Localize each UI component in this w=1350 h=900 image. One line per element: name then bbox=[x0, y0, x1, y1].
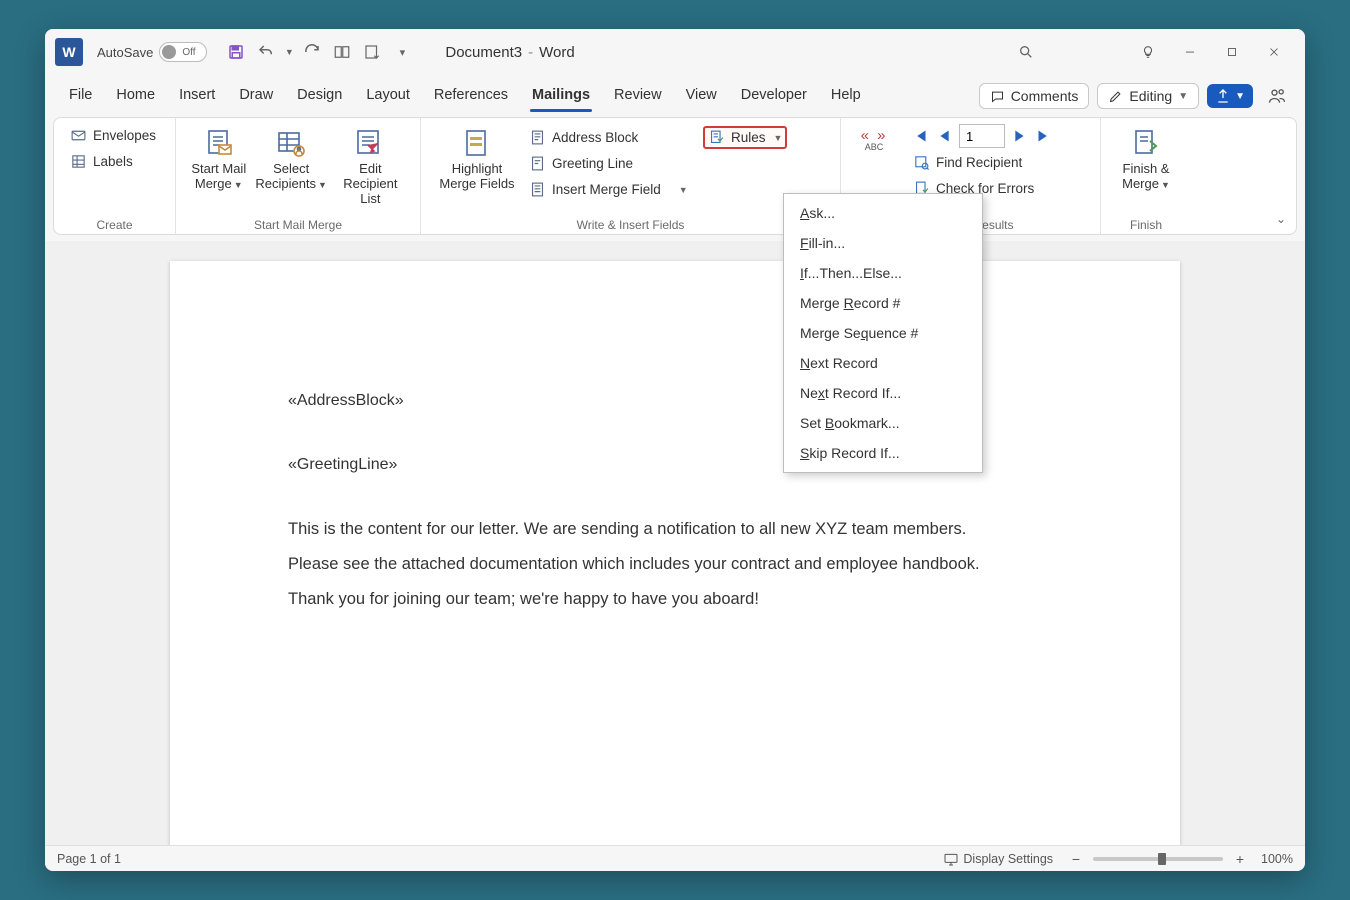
next-record-icon[interactable] bbox=[1008, 125, 1030, 147]
editing-mode-button[interactable]: Editing▼ bbox=[1097, 83, 1199, 109]
first-record-icon[interactable] bbox=[909, 125, 931, 147]
envelopes-button[interactable]: Envelopes bbox=[66, 124, 160, 147]
autosave-state: Off bbox=[182, 47, 195, 58]
record-number-input[interactable] bbox=[959, 124, 1005, 148]
tab-file[interactable]: File bbox=[57, 81, 104, 111]
editing-label: Editing bbox=[1129, 88, 1172, 104]
zoom-in-button[interactable]: + bbox=[1233, 851, 1247, 867]
tab-view[interactable]: View bbox=[674, 81, 729, 111]
rules-menu-nextrecord[interactable]: Next Record bbox=[784, 348, 982, 378]
rules-menu-mergerecord[interactable]: Merge Record # bbox=[784, 288, 982, 318]
tab-draw[interactable]: Draw bbox=[227, 81, 285, 111]
page[interactable]: «AddressBlock» «GreetingLine» This is th… bbox=[170, 261, 1180, 845]
minimize-button[interactable] bbox=[1169, 36, 1211, 68]
tab-help[interactable]: Help bbox=[819, 81, 873, 111]
rules-dropdown-menu: Ask... Fill-in... If...Then...Else... Me… bbox=[783, 193, 983, 473]
word-logo-icon: W bbox=[55, 38, 83, 66]
undo-dropdown-icon[interactable]: ▼ bbox=[283, 39, 295, 65]
status-bar: Page 1 of 1 Display Settings − + 100% bbox=[45, 845, 1305, 871]
app-window: W AutoSave Off ▼ ▾ Document3-Word File H… bbox=[45, 29, 1305, 871]
zoom-out-button[interactable]: − bbox=[1069, 851, 1083, 867]
preview-results-abc[interactable]: « »ABC bbox=[853, 124, 895, 152]
display-settings-icon[interactable] bbox=[943, 851, 959, 867]
comments-label: Comments bbox=[1011, 88, 1079, 104]
tab-insert[interactable]: Insert bbox=[167, 81, 227, 111]
labels-button[interactable]: Labels bbox=[66, 150, 160, 173]
tab-layout[interactable]: Layout bbox=[354, 81, 422, 111]
ribbon: Envelopes Labels Create Start Mail Merge… bbox=[53, 117, 1297, 235]
search-icon[interactable] bbox=[1005, 36, 1047, 68]
insert-merge-field-button[interactable]: Insert Merge Field▼ bbox=[525, 178, 693, 201]
tab-design[interactable]: Design bbox=[285, 81, 354, 111]
record-nav bbox=[909, 124, 1055, 148]
body-p3: Thank you for joining our team; we're ha… bbox=[288, 587, 1062, 612]
rules-menu-nextrecordif[interactable]: Next Record If... bbox=[784, 378, 982, 408]
collab-icon[interactable] bbox=[1261, 80, 1293, 112]
tab-home[interactable]: Home bbox=[104, 81, 167, 111]
group-start-label: Start Mail Merge bbox=[188, 216, 408, 232]
last-record-icon[interactable] bbox=[1033, 125, 1055, 147]
redo-icon[interactable] bbox=[299, 39, 325, 65]
ribbon-collapse-icon[interactable]: ⌄ bbox=[1276, 212, 1286, 226]
rules-menu-mergeseq[interactable]: Merge Sequence # bbox=[784, 318, 982, 348]
highlight-merge-fields-button[interactable]: Highlight Merge Fields bbox=[433, 124, 521, 192]
doc-name: Document3 bbox=[445, 44, 522, 61]
group-write-label: Write & Insert Fields bbox=[433, 216, 828, 232]
zoom-level[interactable]: 100% bbox=[1261, 852, 1293, 866]
tab-developer[interactable]: Developer bbox=[729, 81, 819, 111]
comments-button[interactable]: Comments bbox=[979, 83, 1090, 109]
body-p1: This is the content for our letter. We a… bbox=[288, 517, 1062, 542]
save-icon[interactable] bbox=[223, 39, 249, 65]
address-block-button[interactable]: Address Block bbox=[525, 126, 693, 149]
select-recipients-button[interactable]: Select Recipients▼ bbox=[254, 124, 329, 192]
title-bar: W AutoSave Off ▼ ▾ Document3-Word bbox=[45, 29, 1305, 75]
toggle-knob-icon bbox=[162, 45, 176, 59]
rules-menu-setbookmark[interactable]: Set Bookmark... bbox=[784, 408, 982, 438]
qat-icon-1[interactable] bbox=[329, 39, 355, 65]
body-p2: Please see the attached documentation wh… bbox=[288, 552, 1062, 577]
page-indicator[interactable]: Page 1 of 1 bbox=[57, 852, 121, 866]
zoom-slider[interactable] bbox=[1093, 857, 1223, 861]
undo-icon[interactable] bbox=[253, 39, 279, 65]
qat-customize-icon[interactable]: ▾ bbox=[389, 39, 415, 65]
document-title: Document3-Word bbox=[445, 44, 574, 61]
finish-merge-button[interactable]: Finish & Merge▼ bbox=[1113, 124, 1179, 192]
close-button[interactable] bbox=[1253, 36, 1295, 68]
tab-mailings[interactable]: Mailings bbox=[520, 81, 602, 111]
rules-menu-ifthenelse[interactable]: If...Then...Else... bbox=[784, 258, 982, 288]
rules-menu-fillin[interactable]: Fill-in... bbox=[784, 228, 982, 258]
find-recipient-button[interactable]: Find Recipient bbox=[909, 151, 1055, 174]
tab-references[interactable]: References bbox=[422, 81, 520, 111]
zoom-thumb-icon[interactable] bbox=[1158, 853, 1166, 865]
greeting-line-button[interactable]: Greeting Line bbox=[525, 152, 693, 175]
display-settings[interactable]: Display Settings bbox=[963, 852, 1053, 866]
help-bulb-icon[interactable] bbox=[1127, 36, 1169, 68]
edit-recipient-list-button[interactable]: Edit Recipient List bbox=[333, 124, 408, 207]
rules-button[interactable]: Rules▼ bbox=[703, 126, 787, 149]
autosave-toggle[interactable]: Off bbox=[159, 42, 207, 62]
autosave-label: AutoSave bbox=[97, 45, 153, 60]
group-create-label: Create bbox=[66, 216, 163, 232]
document-area[interactable]: «AddressBlock» «GreetingLine» This is th… bbox=[45, 241, 1305, 845]
rules-menu-ask[interactable]: Ask... bbox=[784, 198, 982, 228]
app-name: Word bbox=[539, 44, 575, 61]
start-mail-merge-button[interactable]: Start Mail Merge▼ bbox=[188, 124, 250, 192]
tab-review[interactable]: Review bbox=[602, 81, 674, 111]
ribbon-tabs: File Home Insert Draw Design Layout Refe… bbox=[45, 75, 1305, 117]
prev-record-icon[interactable] bbox=[934, 125, 956, 147]
account-area[interactable] bbox=[1047, 36, 1127, 68]
share-button[interactable]: ▼ bbox=[1207, 84, 1253, 108]
qat-icon-2[interactable] bbox=[359, 39, 385, 65]
maximize-button[interactable] bbox=[1211, 36, 1253, 68]
rules-menu-skiprecordif[interactable]: Skip Record If... bbox=[784, 438, 982, 468]
group-finish-label: Finish bbox=[1113, 216, 1179, 232]
